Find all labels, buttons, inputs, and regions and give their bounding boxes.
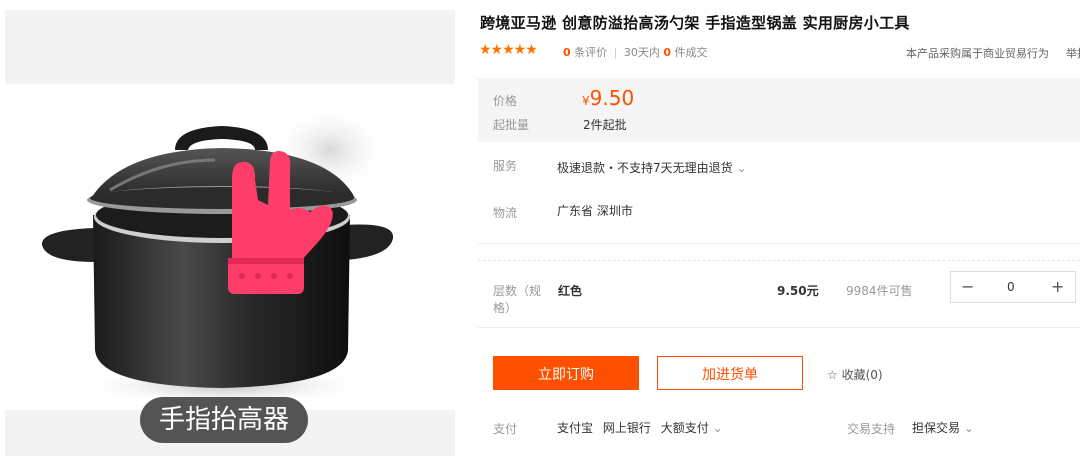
rating-separator: | [613, 46, 618, 59]
favorite-button[interactable]: ☆ 收藏(0) [827, 366, 883, 383]
divider-dashed [478, 260, 1080, 261]
trade-notice: 本产品采购属于商业贸易行为 [906, 47, 1049, 60]
plus-button[interactable]: + [1051, 272, 1064, 302]
trade-support-label: 交易支持 [847, 422, 896, 436]
sku-price: 9.50元 [777, 284, 819, 298]
payment-label: 支付 [493, 422, 518, 436]
moq-value: 2件起批 [583, 118, 627, 132]
minus-button[interactable]: − [961, 272, 974, 302]
add-to-cart-button[interactable]: 加进货单 [657, 356, 803, 390]
rating-summary: 0 条评价 | 30天内 0 件成交 [563, 44, 708, 60]
moq-label: 起批量 [493, 118, 530, 132]
divider [478, 243, 1080, 244]
logistics-label: 物流 [493, 206, 518, 220]
price-amount: 9.50 [589, 86, 635, 110]
review-label[interactable]: 条评价 [574, 46, 607, 59]
product-image[interactable]: 手指抬高器 [0, 0, 466, 456]
logistics-value: 广东省 深圳市 [557, 204, 633, 218]
divider [478, 327, 1080, 328]
period-label: 30天内 [623, 46, 660, 59]
chevron-down-icon: ⌄ [712, 421, 723, 435]
product-title: 跨境亚马逊 创意防溢抬高汤勺架 手指造型锅盖 实用厨房小工具 [480, 14, 910, 32]
quantity-input[interactable]: 0 [1007, 272, 1015, 302]
service-label: 服务 [493, 159, 518, 173]
currency-symbol: ¥ [582, 94, 590, 108]
sku-stock: 9984件可售 [846, 284, 913, 298]
service-value[interactable]: 极速退款・不支持7天无理由退货 ⌄ [557, 159, 747, 176]
star-outline-icon: ☆ [827, 368, 838, 382]
sold-label: 件成交 [674, 46, 708, 59]
pot-illustration [41, 105, 394, 407]
trade-support-text: 担保交易 [912, 421, 961, 435]
payment-method: 大额支付 [660, 421, 709, 435]
sku-color[interactable]: 红色 [558, 282, 582, 299]
chevron-down-icon: ⌄ [963, 421, 974, 435]
review-count[interactable]: 0 [563, 46, 571, 59]
image-caption: 手指抬高器 [140, 397, 308, 443]
price-label: 价格 [493, 94, 518, 108]
order-now-button[interactable]: 立即订购 [493, 356, 639, 390]
price-value: ¥9.50 [582, 86, 634, 110]
payment-methods[interactable]: 支付宝 网上银行 大额支付 ⌄ [557, 419, 723, 436]
favorite-label: 收藏(0) [841, 368, 883, 382]
service-text: 极速退款・不支持7天无理由退货 [557, 161, 733, 175]
price-panel [478, 78, 1080, 142]
quantity-stepper: − 0 + [950, 271, 1076, 303]
report-link[interactable]: 举报 [1066, 45, 1080, 61]
chevron-down-icon: ⌄ [736, 161, 747, 175]
sold-count: 0 [663, 46, 672, 59]
payment-method: 网上银行 [602, 421, 651, 435]
trade-support-value[interactable]: 担保交易 ⌄ [912, 419, 974, 436]
rating-stars-icon: ★★★★★ [479, 42, 538, 58]
payment-method: 支付宝 [557, 421, 594, 435]
sku-label: 层数（规格） [493, 284, 542, 315]
